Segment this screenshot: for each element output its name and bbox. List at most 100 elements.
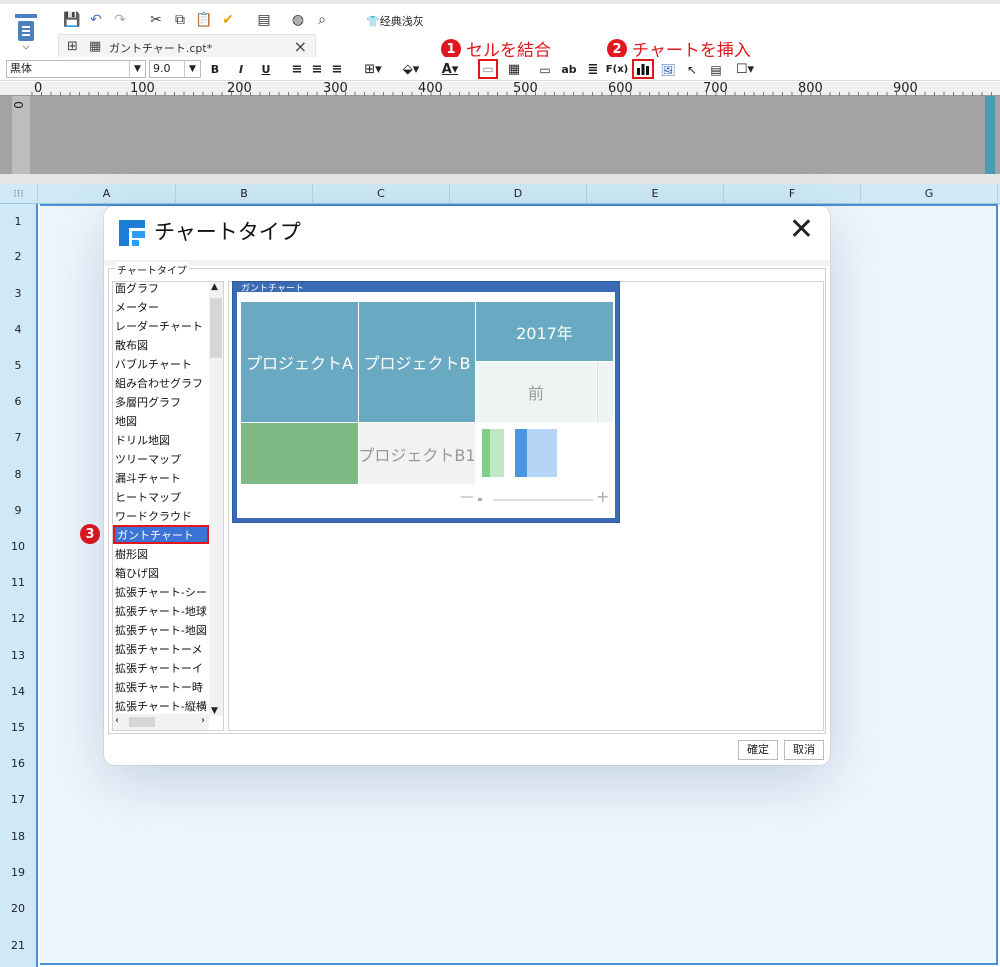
list-item[interactable]: 拡張チャート-地球 — [115, 603, 209, 619]
text-field-icon[interactable]: ▭ — [537, 61, 553, 78]
column-header[interactable]: E — [587, 184, 724, 204]
font-size-select[interactable]: 9.0 ▼ — [149, 60, 201, 78]
font-color-icon[interactable]: A▾ — [436, 61, 464, 78]
formula-button[interactable]: F(x) — [606, 61, 628, 78]
column-header[interactable]: A — [38, 184, 176, 204]
list-item[interactable]: レーダーチャート — [115, 318, 209, 334]
row-header[interactable]: 2 — [0, 250, 36, 263]
list-item[interactable]: ツリーマップ — [115, 451, 209, 467]
redo-icon[interactable]: ↷ — [110, 10, 130, 30]
row-header[interactable]: 13 — [0, 649, 36, 662]
column-header[interactable]: C — [313, 184, 450, 204]
text-tool-button[interactable]: ab — [561, 61, 577, 78]
format-painter-icon[interactable]: ✔ — [218, 10, 238, 30]
chevron-left-icon[interactable]: ‹ — [115, 715, 119, 726]
gantt-preview[interactable]: ガントチャート プロジェクトA プロジェクトB 2017年 前 プロジェクトB1… — [232, 281, 620, 523]
list-vertical-scrollbar[interactable]: ▲ ▼ — [209, 282, 223, 716]
row-header[interactable]: 11 — [0, 576, 36, 589]
scroll-thumb[interactable] — [210, 298, 222, 358]
list-item[interactable]: ドリル地図 — [115, 432, 209, 448]
list-item[interactable]: 多層円グラフ — [115, 394, 209, 410]
separator-bar[interactable] — [0, 174, 1000, 184]
bold-button[interactable]: B — [208, 61, 222, 78]
chevron-up-icon[interactable]: ▲ — [211, 282, 218, 292]
list-item[interactable]: バブルチャート — [115, 356, 209, 372]
table-icon[interactable]: ▦ — [506, 61, 522, 78]
list-item[interactable]: 拡張チャート-縦横 — [115, 698, 209, 714]
row-header[interactable]: 12 — [0, 612, 36, 625]
row-header[interactable]: 5 — [0, 359, 36, 372]
list-item[interactable]: 拡張チャートーメ — [115, 641, 209, 657]
close-icon[interactable]: ✕ — [789, 212, 814, 247]
zoom-slider-track[interactable] — [493, 499, 593, 501]
chart-type-list[interactable]: 面グラフ メーター レーダーチャート 散布図 バブルチャート 組み合わせグラフ … — [112, 281, 224, 731]
zoom-in-icon[interactable]: + — [596, 487, 609, 506]
align-center-icon[interactable]: ≡ — [310, 61, 324, 78]
align-left-icon[interactable]: ≡ — [290, 61, 304, 78]
list-item[interactable]: 拡張チャート-シー — [115, 584, 209, 600]
list-item[interactable]: 樹形図 — [115, 546, 209, 562]
row-header[interactable]: 8 — [0, 468, 36, 481]
preview-icon[interactable]: ▤ — [254, 10, 274, 30]
search-preview-icon[interactable]: ⌕ — [312, 10, 332, 30]
row-header[interactable]: 20 — [0, 902, 36, 915]
underline-button[interactable]: U — [259, 61, 273, 78]
row-header[interactable]: 9 — [0, 504, 36, 517]
row-header[interactable]: 14 — [0, 685, 36, 698]
cut-icon[interactable]: ✂ — [146, 10, 166, 30]
list-item-selected[interactable]: ガントチャート — [113, 525, 209, 544]
list-item[interactable]: 拡張チャートー時 — [115, 679, 209, 695]
app-menu-icon[interactable] — [12, 12, 42, 52]
border-icon[interactable]: ⊞▾ — [360, 61, 386, 78]
row-header[interactable]: 7 — [0, 431, 36, 444]
web-icon[interactable]: ◍ — [288, 10, 308, 30]
h-scroll-thumb[interactable] — [129, 717, 155, 727]
row-header[interactable]: 4 — [0, 323, 36, 336]
row-header[interactable]: 19 — [0, 866, 36, 879]
font-select[interactable]: 黒体 ▼ — [6, 60, 146, 78]
list-item[interactable]: 散布図 — [115, 337, 209, 353]
save-icon[interactable]: 💾 — [62, 10, 82, 30]
pointer-icon[interactable]: ↖ — [684, 61, 700, 78]
list-item[interactable]: メーター — [115, 299, 209, 315]
confirm-button[interactable]: 確定 — [738, 740, 778, 760]
select-all-icon[interactable]: ⁝⁝⁝ — [0, 184, 38, 204]
image-icon[interactable]: 🖼 — [660, 61, 676, 78]
row-header[interactable]: 17 — [0, 793, 36, 806]
paste-icon[interactable]: 📋 — [194, 10, 214, 30]
column-header[interactable]: G — [861, 184, 998, 204]
column-header[interactable]: B — [176, 184, 313, 204]
chevron-down-icon[interactable]: ▼ — [211, 706, 218, 716]
paragraph-icon[interactable]: ≣ — [585, 61, 601, 78]
row-header[interactable]: 6 — [0, 395, 36, 408]
row-header[interactable]: 3 — [0, 287, 36, 300]
zoom-out-icon[interactable]: — — [460, 489, 474, 505]
list-item[interactable]: 拡張チャート-地図 — [115, 622, 209, 638]
insert-chart-icon[interactable] — [632, 59, 654, 79]
row-header[interactable]: 1 — [0, 215, 36, 228]
row-header[interactable]: 18 — [0, 830, 36, 843]
list-item[interactable]: ヒートマップ — [115, 489, 209, 505]
list-item[interactable]: 面グラフ — [115, 282, 209, 296]
list-item[interactable]: 箱ひげ図 — [115, 565, 209, 581]
row-header[interactable]: 21 — [0, 939, 36, 952]
vertical-scrollbar[interactable] — [985, 96, 995, 174]
fill-color-icon[interactable]: ⬙▾ — [398, 61, 424, 78]
align-right-icon[interactable]: ≡ — [330, 61, 344, 78]
column-header[interactable]: F — [724, 184, 861, 204]
column-header[interactable]: D — [450, 184, 587, 204]
list-item[interactable]: ワードクラウド — [115, 508, 209, 524]
list-item[interactable]: 地図 — [115, 413, 209, 429]
chevron-right-icon[interactable]: › — [201, 715, 205, 726]
zoom-handle[interactable] — [478, 498, 482, 501]
list-item[interactable]: 拡張チャートーイ — [115, 660, 209, 676]
shape-icon[interactable]: ☐▾ — [732, 61, 758, 78]
undo-icon[interactable]: ↶ — [86, 10, 106, 30]
cancel-button[interactable]: 取消 — [784, 740, 824, 760]
tab-close-icon[interactable]: × — [294, 37, 307, 56]
copy-icon[interactable]: ⧉ — [170, 10, 190, 30]
list-horizontal-scrollbar[interactable]: ‹ › — [113, 714, 209, 730]
italic-button[interactable]: I — [234, 61, 248, 78]
row-header[interactable]: 16 — [0, 757, 36, 770]
list-item[interactable]: 組み合わせグラフ — [115, 375, 209, 391]
